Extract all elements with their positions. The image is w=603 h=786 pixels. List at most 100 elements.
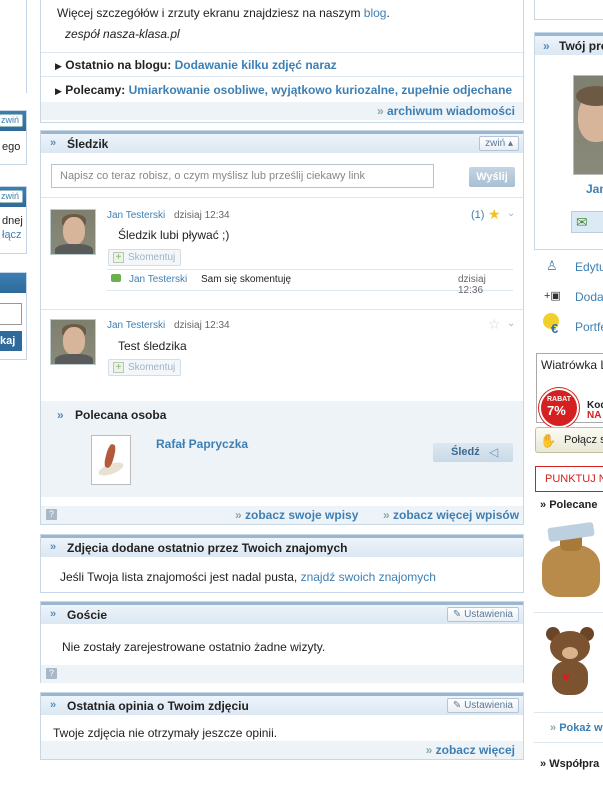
star-icon[interactable]: ☆ xyxy=(488,316,501,333)
post-time: dzisiaj 12:34 xyxy=(174,320,230,331)
news-recommend-label: Polecamy: xyxy=(65,83,126,97)
post-text: Śledzik lubi pływać ;) xyxy=(118,228,230,242)
guests-text: Nie zostały zarejestrowane ostatnio żadn… xyxy=(62,640,326,654)
left-link-lacz[interactable]: łącz xyxy=(2,229,22,241)
own-posts-link[interactable]: » zobacz swoje wpisy xyxy=(235,508,358,522)
bullet-icon: ▶ xyxy=(55,86,62,96)
left-text-dnej: dnej xyxy=(2,215,23,227)
add-icon: +▣ xyxy=(544,290,561,302)
show-more-link[interactable]: » Pokaż w xyxy=(550,722,603,734)
help-icon[interactable]: ? xyxy=(46,668,57,679)
left-box-3-header xyxy=(0,273,26,293)
post-author[interactable]: Jan Testerski xyxy=(107,320,165,331)
opinion-footer: » zobacz więcej xyxy=(41,741,523,759)
comment-row: Jan Testerski Sam się skomentuję dzisiaj… xyxy=(107,269,513,296)
chevron-down-icon[interactable]: ⌄ xyxy=(507,318,515,329)
find-friends-link[interactable]: znajdź swoich znajomych xyxy=(301,570,436,584)
teddy-bear-image[interactable]: ♥ xyxy=(544,623,602,703)
left-text-ego: ego xyxy=(2,141,21,153)
photos-box: » Zdjęcia dodane ostatnio przez Twoich z… xyxy=(40,534,524,593)
heart-icon: ♥ xyxy=(562,669,571,685)
recommended-section: » Polecana osoba Rafał Papryczka Śledź ◁ xyxy=(41,401,523,497)
chevron-up-icon: ▴ xyxy=(507,138,513,149)
avatar[interactable] xyxy=(50,319,96,365)
left-collapse-button-2[interactable]: zwiń xyxy=(0,190,23,203)
recommended-title: Polecana osoba xyxy=(75,408,167,422)
post-time: dzisiaj 12:34 xyxy=(174,210,230,221)
photos-title: Zdjęcia dodane ostatnio przez Twoich zna… xyxy=(67,541,348,555)
sledzik-input[interactable]: Napisz co teraz robisz, o czym myślisz l… xyxy=(51,164,434,188)
news-divider-1 xyxy=(41,52,525,53)
star-icon[interactable]: ★ xyxy=(488,206,501,223)
plus-icon: + xyxy=(113,252,124,263)
opinion-text: Twoje zdjęcia nie otrzymały jeszcze opin… xyxy=(53,726,278,740)
archive-link[interactable]: » archiwum wiadomości xyxy=(377,104,515,118)
comment-author[interactable]: Jan Testerski xyxy=(129,274,187,285)
sledzik-box: » Śledzik zwiń ▴ Napisz co teraz robisz,… xyxy=(40,130,524,525)
news-last-blog-link[interactable]: Dodawanie kilku zdjęć naraz xyxy=(175,58,337,72)
left-box-2: zwiń dnej łącz xyxy=(0,186,27,254)
more-posts-link[interactable]: » zobacz więcej wpisów xyxy=(383,508,519,522)
help-icon[interactable]: ? xyxy=(46,509,57,520)
money-sack-image[interactable] xyxy=(542,521,602,599)
post-comment-count[interactable]: (1) xyxy=(471,209,484,221)
left-search-input[interactable] xyxy=(0,303,22,325)
left-box-1-header: zwiń xyxy=(0,111,26,131)
cooperation-title: » Współpra xyxy=(540,758,600,770)
comment-button[interactable]: + Skomentuj xyxy=(108,249,182,266)
profile-avatar[interactable] xyxy=(573,75,603,175)
sledzik-collapse-button[interactable]: zwiń ▴ xyxy=(479,136,519,151)
post-text: Test śledzika xyxy=(118,339,187,353)
news-recommend-link[interactable]: Umiarkowanie osobliwe, wyjątkowo kurioza… xyxy=(129,83,512,97)
hand-icon: ✋ xyxy=(540,433,557,448)
envelope-icon: ✉ xyxy=(576,214,588,230)
opinion-more-link[interactable]: » zobacz więcej xyxy=(426,743,515,757)
news-details-text: Więcej szczegółów i zrzuty ekranu znajdz… xyxy=(57,6,361,20)
send-button[interactable]: Wyślij xyxy=(469,167,515,187)
collapse-arrow-icon: » xyxy=(50,699,57,711)
avatar[interactable] xyxy=(50,209,96,255)
collapse-arrow-icon: » xyxy=(50,541,57,553)
profile-box: » Twój pro Jan ✉ xyxy=(534,32,603,250)
guests-settings-button[interactable]: ✎ Ustawienia xyxy=(446,607,519,622)
menu-add[interactable]: Dodaj xyxy=(575,290,603,304)
ad-badge: RABAT 7% xyxy=(539,388,579,428)
right-divider-3 xyxy=(534,742,603,743)
person-icon: ♙ xyxy=(546,258,558,273)
connect-button[interactable]: ✋ Połącz s xyxy=(535,427,603,453)
comment-button[interactable]: + Skomentuj xyxy=(108,359,182,376)
ad-box[interactable]: Wiatrówka L RABAT 7% Kod NA xyxy=(536,353,603,428)
menu-wallet[interactable]: Portfe xyxy=(575,320,603,334)
recommended-items-title: » Polecane xyxy=(540,499,598,511)
fish-icon: ◁ xyxy=(489,445,499,459)
collapse-arrow-icon: » xyxy=(50,608,57,620)
left-collapse-button-1[interactable]: zwiń xyxy=(0,114,23,127)
comment-time: dzisiaj 12:36 xyxy=(458,274,486,296)
news-blog-link[interactable]: blog xyxy=(364,6,387,20)
follow-button[interactable]: Śledź ◁ xyxy=(433,443,513,462)
arrow-icon: » xyxy=(57,408,64,422)
recommended-name[interactable]: Rafał Papryczka xyxy=(156,437,248,451)
post-1: Jan Testerski dzisiaj 12:34 (1) ★ ⌄ Śled… xyxy=(41,199,523,299)
sledzik-header: » Śledzik zwiń ▴ xyxy=(41,131,523,153)
menu-edit[interactable]: Edytu xyxy=(575,260,603,274)
news-last-blog-label: Ostatnio na blogu: xyxy=(65,58,172,72)
profile-header: » Twój pro xyxy=(535,33,603,55)
opinion-settings-button[interactable]: ✎ Ustawienia xyxy=(446,698,519,713)
news-box: Więcej szczegółów i zrzuty ekranu znajdz… xyxy=(40,0,525,123)
post-author[interactable]: Jan Testerski xyxy=(107,210,165,221)
points-button[interactable]: PUNKTUJ N xyxy=(535,466,603,492)
chevron-down-icon[interactable]: ⌄ xyxy=(507,208,515,219)
speech-bubble-icon xyxy=(111,274,121,282)
right-top-box xyxy=(534,0,603,20)
plus-icon: + xyxy=(113,362,124,373)
news-signature: zespół nasza-klasa.pl xyxy=(65,27,180,41)
right-divider-1 xyxy=(534,612,603,613)
left-sidebar: zwiń ego zwiń dnej łącz kaj xyxy=(0,0,27,786)
message-button[interactable]: ✉ xyxy=(571,211,603,233)
profile-name[interactable]: Jan xyxy=(586,182,603,196)
collapse-arrow-icon: » xyxy=(50,137,57,149)
recommended-photo[interactable] xyxy=(91,435,131,485)
left-search-button[interactable]: kaj xyxy=(0,331,22,351)
bullet-icon: ▶ xyxy=(55,61,62,71)
